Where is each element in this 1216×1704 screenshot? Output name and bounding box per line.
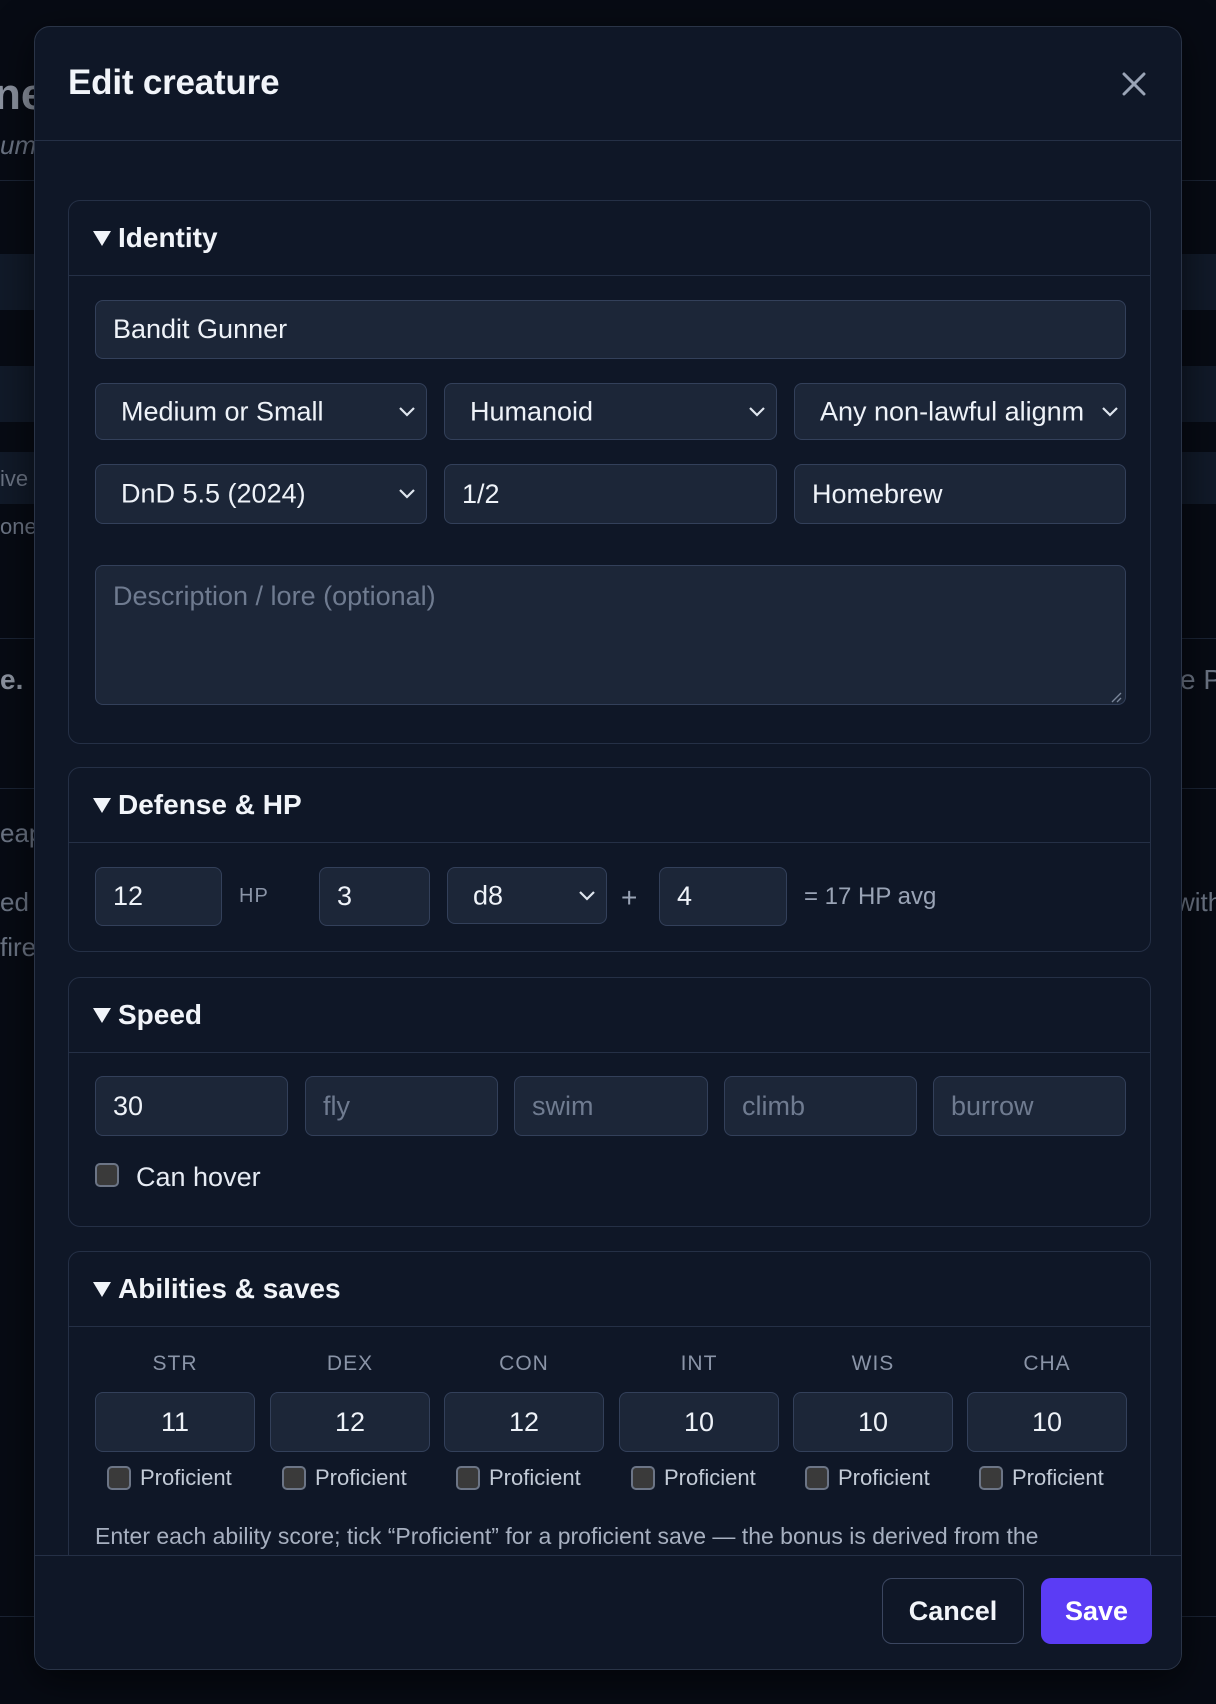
abilities-section-title: Abilities & saves	[118, 1273, 341, 1304]
creature-name-input[interactable]	[95, 300, 1126, 359]
plus-sign: +	[621, 882, 638, 913]
ability-name: DEX	[326, 1352, 374, 1375]
wis-proficient-checkbox[interactable]	[805, 1466, 829, 1490]
source-input[interactable]	[794, 464, 1126, 524]
chevron-down-icon	[399, 489, 415, 499]
modal-footer: Cancel Save	[35, 1555, 1181, 1669]
caret-down-icon	[93, 798, 111, 813]
close-button[interactable]	[1117, 67, 1151, 101]
cha-proficient-checkbox[interactable]	[979, 1466, 1003, 1490]
background-subtitle-fragment: um	[0, 130, 37, 160]
background-text-fragment: ive	[0, 466, 29, 491]
chevron-down-icon	[1101, 405, 1119, 418]
int-proficient-checkbox[interactable]	[631, 1466, 655, 1490]
str-proficient-checkbox[interactable]	[107, 1466, 131, 1490]
alignment-value: Any non-lawful alignm	[820, 396, 1085, 426]
ability-name: CON	[499, 1352, 549, 1375]
caret-down-icon	[93, 1008, 111, 1023]
ability-name: INT	[680, 1352, 718, 1375]
chevron-down-icon	[749, 406, 765, 417]
modal-body: Identity Medium or Small Humanoid Any no…	[35, 141, 1181, 1555]
walk-speed-input[interactable]	[95, 1076, 288, 1136]
ability-name: WIS	[851, 1352, 895, 1375]
modal-header: Edit creature	[35, 27, 1181, 141]
chevron-down-icon	[579, 890, 595, 901]
hit-die-value: d8	[473, 880, 504, 910]
background-text-fragment: fire	[0, 932, 37, 962]
speed-section-title: Speed	[118, 999, 203, 1030]
abilities-section: Abilities & saves STR Proficient DEX Pro…	[68, 1251, 1151, 1555]
hover-checkbox[interactable]	[95, 1163, 119, 1187]
int-score-input[interactable]	[619, 1392, 779, 1452]
save-button[interactable]: Save	[1041, 1578, 1152, 1644]
fly-speed-input[interactable]	[305, 1076, 498, 1136]
speed-section-toggle[interactable]: Speed	[69, 978, 1150, 1053]
background-text-fragment: e P	[1180, 664, 1216, 695]
size-select-value: Medium or Small	[121, 396, 324, 426]
background-text-fragment: e.	[0, 664, 24, 695]
str-score-input[interactable]	[95, 1392, 255, 1452]
hover-label: Can hover	[136, 1162, 261, 1192]
hp-label: HP	[239, 885, 269, 907]
proficient-label: Proficient	[140, 1465, 232, 1490]
abilities-help-text: Enter each ability score; tick “Proficie…	[95, 1523, 1039, 1549]
defense-section: Defense & HP HP d8 + = 17 HP avg	[68, 767, 1151, 952]
chevron-down-icon	[399, 406, 415, 417]
identity-section-title: Identity	[118, 222, 218, 253]
wis-score-input[interactable]	[793, 1392, 953, 1452]
hit-dice-count-input[interactable]	[319, 867, 430, 926]
swim-speed-input[interactable]	[514, 1076, 708, 1136]
alignment-select[interactable]: Any non-lawful alignm	[794, 383, 1126, 440]
hp-average-text: = 17 HP avg	[804, 883, 937, 910]
ability-name: CHA	[1023, 1352, 1071, 1375]
proficient-label: Proficient	[1012, 1465, 1104, 1490]
burrow-speed-input[interactable]	[933, 1076, 1126, 1136]
description-textarea[interactable]	[95, 565, 1126, 705]
defense-section-toggle[interactable]: Defense & HP	[69, 768, 1150, 843]
background-text-fragment: one	[0, 514, 37, 539]
proficient-label: Proficient	[489, 1465, 581, 1490]
proficient-label: Proficient	[838, 1465, 930, 1490]
caret-down-icon	[93, 1282, 111, 1297]
creature-type-select[interactable]: Humanoid	[444, 383, 777, 440]
con-proficient-checkbox[interactable]	[456, 1466, 480, 1490]
defense-section-title: Defense & HP	[118, 789, 302, 820]
proficient-label: Proficient	[315, 1465, 407, 1490]
caret-down-icon	[93, 231, 111, 246]
proficient-label: Proficient	[664, 1465, 756, 1490]
challenge-rating-input[interactable]	[444, 464, 777, 524]
ability-name: STR	[152, 1352, 198, 1375]
edit-creature-modal: Edit creature Identity Medium or Small H…	[34, 26, 1182, 1670]
cha-score-input[interactable]	[967, 1392, 1127, 1452]
ruleset-value: DnD 5.5 (2024)	[121, 478, 306, 509]
ruleset-select[interactable]: DnD 5.5 (2024)	[95, 464, 427, 524]
identity-section-toggle[interactable]: Identity	[69, 201, 1150, 276]
resize-handle-icon[interactable]	[1110, 691, 1122, 703]
close-icon	[1122, 72, 1146, 96]
size-select[interactable]: Medium or Small	[95, 383, 427, 440]
abilities-section-toggle[interactable]: Abilities & saves	[69, 1252, 1150, 1327]
dex-score-input[interactable]	[270, 1392, 430, 1452]
armor-class-input[interactable]	[95, 867, 222, 926]
modal-title: Edit creature	[68, 63, 280, 102]
dex-proficient-checkbox[interactable]	[282, 1466, 306, 1490]
con-score-input[interactable]	[444, 1392, 604, 1452]
cancel-button[interactable]: Cancel	[882, 1578, 1024, 1644]
creature-type-value: Humanoid	[470, 396, 594, 426]
hit-die-select[interactable]: d8	[447, 867, 607, 924]
climb-speed-input[interactable]	[724, 1076, 917, 1136]
hp-bonus-input[interactable]	[659, 867, 787, 926]
speed-section: Speed Can hover	[68, 977, 1151, 1227]
background-text-fragment: with	[1176, 887, 1216, 917]
identity-section: Identity Medium or Small Humanoid Any no…	[68, 200, 1151, 744]
